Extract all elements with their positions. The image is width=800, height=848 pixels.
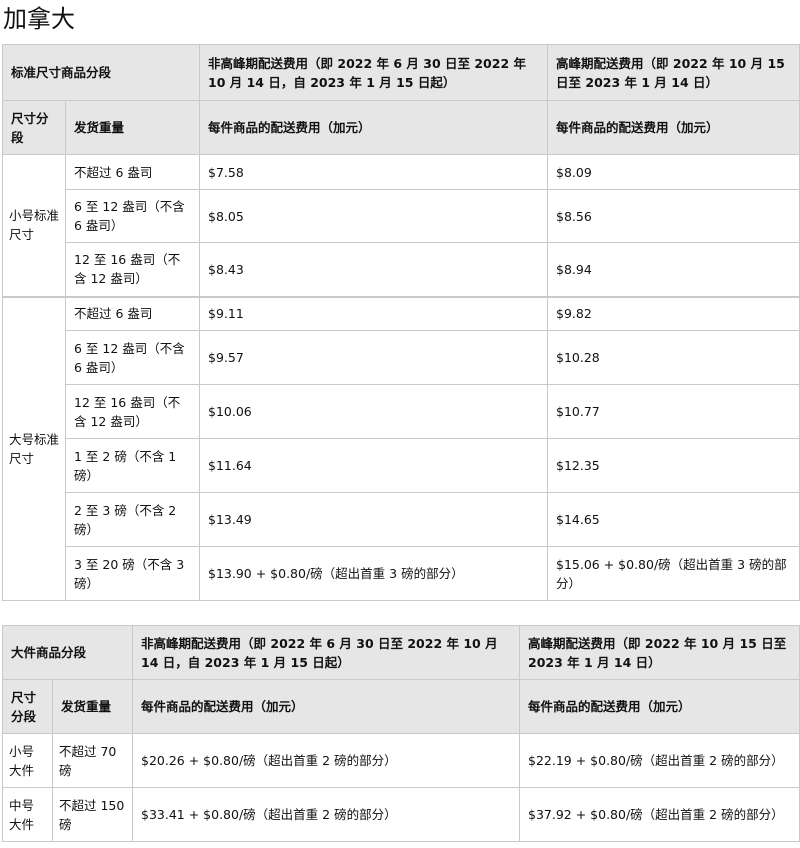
offpeak-fee-cell: $11.64	[199, 438, 549, 493]
header-fee-per-unit-offpeak: 每件商品的配送费用（加元）	[199, 100, 549, 155]
weight-cell: 12 至 16 盎司（不含 12 盎司）	[64, 242, 201, 297]
weight-cell: 不超过 6 盎司	[64, 154, 201, 190]
standard-size-fee-table: 标准尺寸商品分段 非高峰期配送费用（即 2022 年 6 月 30 日至 202…	[1, 44, 800, 601]
weight-cell: 2 至 3 磅（不含 2 磅）	[64, 492, 201, 547]
weight-cell: 3 至 20 磅（不含 3 磅）	[64, 546, 201, 601]
header-peak-fee: 高峰期配送费用（即 2022 年 10 月 15 日至 2023 年 1 月 1…	[519, 625, 800, 680]
header-shipping-weight: 发货重量	[64, 100, 201, 155]
peak-fee-cell: $12.35	[547, 438, 800, 493]
header-fee-per-unit-offpeak: 每件商品的配送费用（加元）	[132, 679, 521, 734]
oversize-fee-table: 大件商品分段 非高峰期配送费用（即 2022 年 6 月 30 日至 2022 …	[1, 625, 800, 842]
peak-fee-cell: $10.77	[547, 384, 800, 439]
offpeak-fee-cell: $13.90 + $0.80/磅（超出首重 3 磅的部分）	[199, 546, 549, 601]
peak-fee-cell: $14.65	[547, 492, 800, 547]
peak-fee-cell: $9.82	[547, 295, 800, 331]
header-offpeak-fee: 非高峰期配送费用（即 2022 年 6 月 30 日至 2022 年 10 月 …	[132, 625, 521, 680]
header-shipping-weight: 发货重量	[51, 679, 134, 734]
offpeak-fee-cell: $33.41 + $0.80/磅（超出首重 2 磅的部分）	[132, 787, 521, 842]
peak-fee-cell: $10.28	[547, 330, 800, 385]
tier-large-standard: 大号标准尺寸	[2, 295, 66, 601]
offpeak-fee-cell: $13.49	[199, 492, 549, 547]
weight-cell: 不超过 6 盎司	[64, 295, 201, 331]
offpeak-fee-cell: $7.58	[199, 154, 549, 190]
header-standard-size-tier: 标准尺寸商品分段	[1, 44, 201, 101]
peak-fee-cell: $8.94	[547, 242, 800, 297]
header-fee-per-unit-peak: 每件商品的配送费用（加元）	[547, 100, 800, 155]
offpeak-fee-cell: $10.06	[199, 384, 549, 439]
tier-small-standard: 小号标准尺寸	[2, 154, 66, 297]
offpeak-fee-cell: $8.43	[199, 242, 549, 297]
header-oversize-tier: 大件商品分段	[1, 625, 134, 680]
header-size-tier: 尺寸分段	[2, 100, 66, 155]
peak-fee-cell: $22.19 + $0.80/磅（超出首重 2 磅的部分）	[519, 733, 800, 788]
tier-small-oversize: 小号大件	[2, 733, 53, 788]
header-peak-fee: 高峰期配送费用（即 2022 年 10 月 15 日至 2023 年 1 月 1…	[547, 44, 800, 101]
header-offpeak-fee: 非高峰期配送费用（即 2022 年 6 月 30 日至 2022 年 10 月 …	[199, 44, 549, 101]
weight-cell: 不超过 150 磅	[51, 787, 134, 842]
peak-fee-cell: $8.56	[547, 189, 800, 243]
peak-fee-cell: $37.92 + $0.80/磅（超出首重 2 磅的部分）	[519, 787, 800, 842]
peak-fee-cell: $8.09	[547, 154, 800, 190]
weight-cell: 不超过 70 磅	[51, 733, 134, 788]
offpeak-fee-cell: $20.26 + $0.80/磅（超出首重 2 磅的部分）	[132, 733, 521, 788]
header-fee-per-unit-peak: 每件商品的配送费用（加元）	[519, 679, 800, 734]
weight-cell: 6 至 12 盎司（不含 6 盎司）	[64, 189, 201, 243]
offpeak-fee-cell: $9.57	[199, 330, 549, 385]
page-title: 加拿大	[3, 5, 75, 33]
weight-cell: 6 至 12 盎司（不含 6 盎司）	[64, 330, 201, 385]
weight-cell: 1 至 2 磅（不含 1 磅）	[64, 438, 201, 493]
offpeak-fee-cell: $9.11	[199, 295, 549, 331]
header-size-tier: 尺寸分段	[2, 679, 53, 734]
offpeak-fee-cell: $8.05	[199, 189, 549, 243]
tier-medium-oversize: 中号大件	[2, 787, 53, 842]
peak-fee-cell: $15.06 + $0.80/磅（超出首重 3 磅的部分）	[547, 546, 800, 601]
weight-cell: 12 至 16 盎司（不含 12 盎司）	[64, 384, 201, 439]
